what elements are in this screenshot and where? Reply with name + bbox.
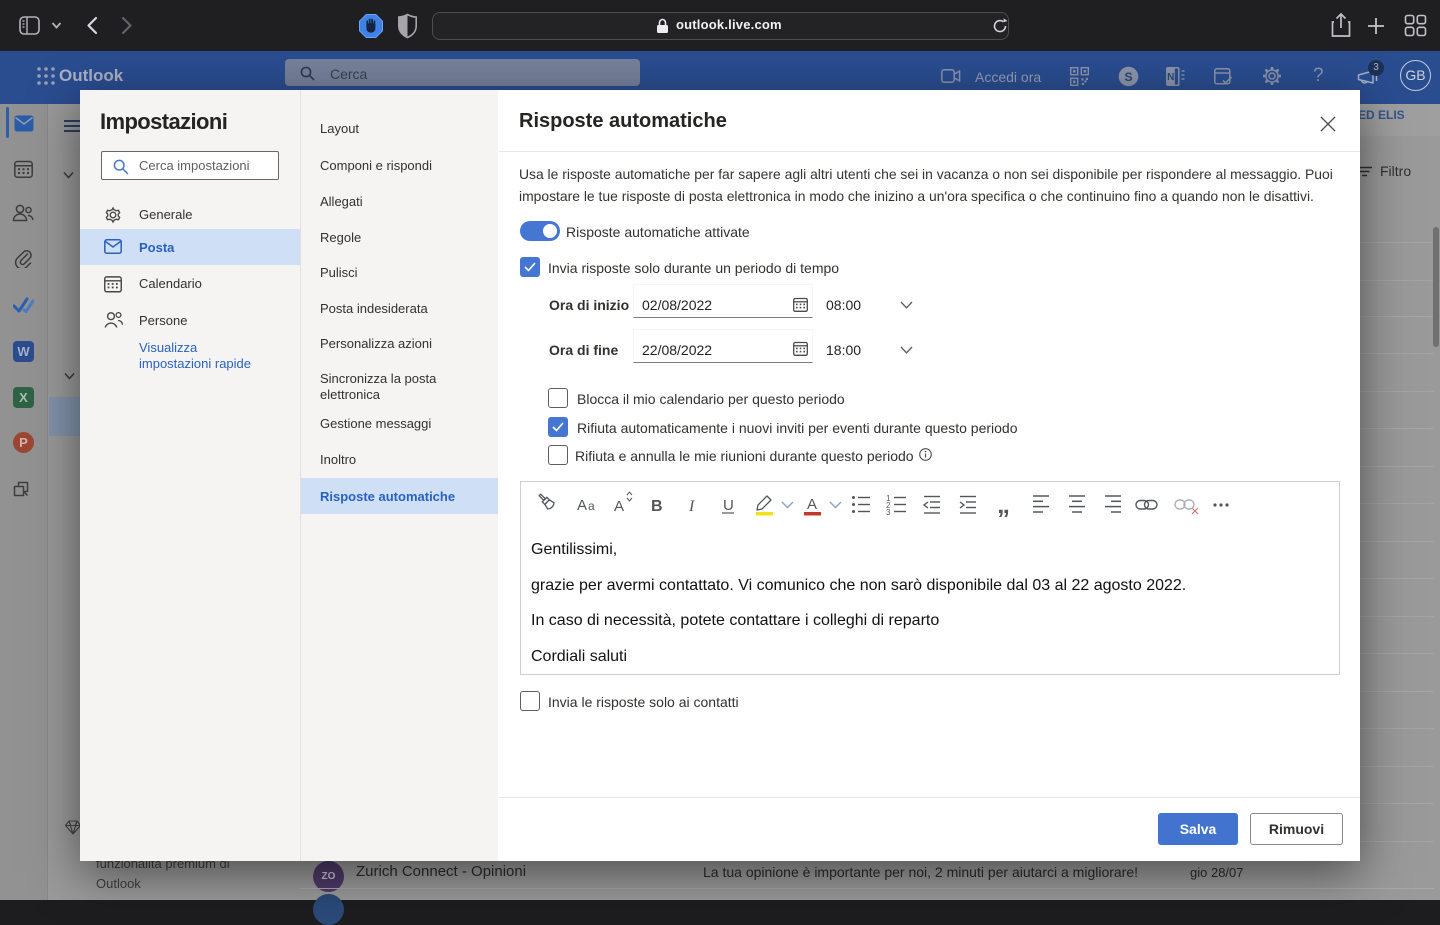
svg-text:A: A	[807, 496, 817, 513]
svg-text:a: a	[588, 499, 595, 513]
svg-text:I: I	[688, 498, 695, 515]
svg-text:N: N	[1167, 72, 1174, 83]
svg-text:S: S	[1124, 70, 1132, 84]
svg-text:A: A	[614, 498, 624, 515]
svg-text:3: 3	[886, 508, 891, 517]
svg-text:U: U	[723, 497, 734, 514]
svg-text:„: „	[997, 489, 1010, 519]
svg-text:A: A	[577, 497, 587, 514]
svg-text:B: B	[651, 498, 663, 515]
